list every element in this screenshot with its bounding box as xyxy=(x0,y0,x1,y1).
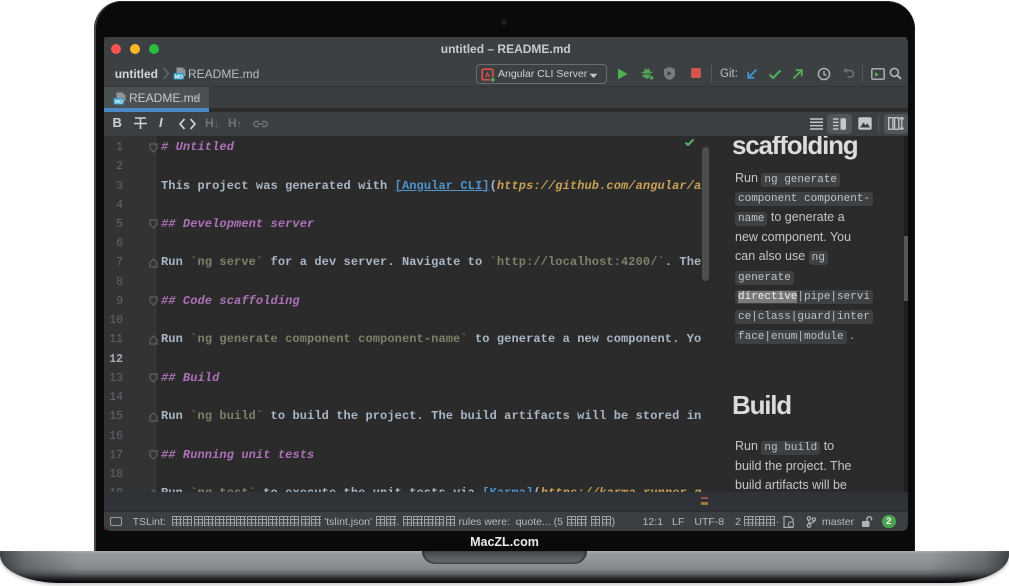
svg-text:MD: MD xyxy=(114,99,122,105)
svg-text:MD: MD xyxy=(174,74,182,80)
